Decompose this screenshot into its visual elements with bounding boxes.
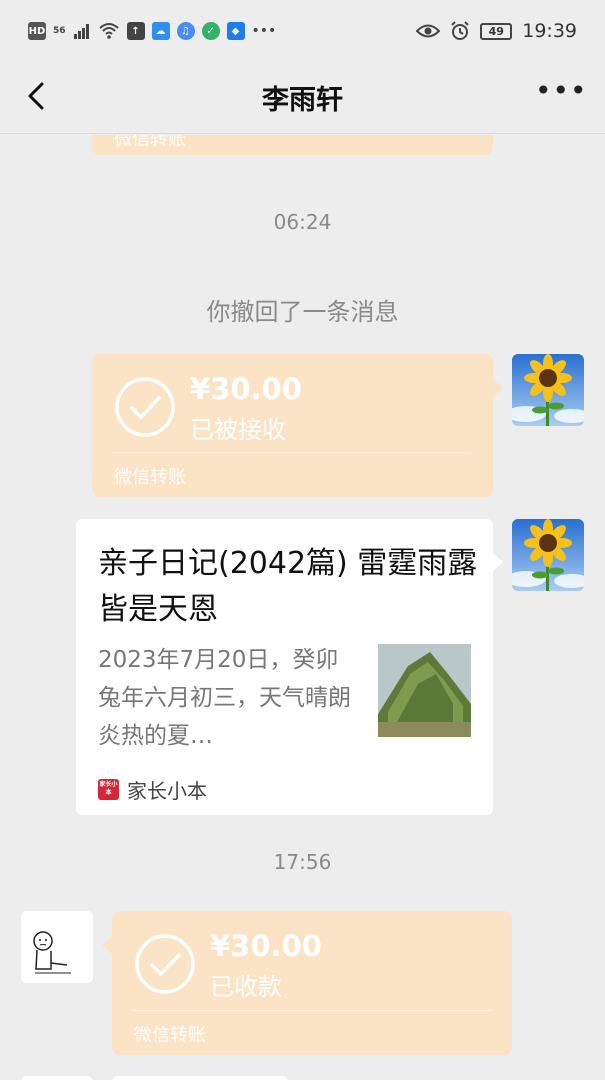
more-notifications-icon: ••• [251, 23, 277, 39]
next-message-partial [21, 1076, 93, 1080]
avatar-self[interactable] [512, 519, 584, 591]
alarm-icon [451, 21, 469, 40]
link-card[interactable]: 亲子日记(2042篇) 雷霆雨露皆是天恩 2023年7月20日，癸卯兔年六月初三… [76, 519, 493, 815]
transfer-bubble-sent[interactable]: ¥30.00 已被接收 微信转账 [92, 354, 493, 497]
source-name: 家长小本 [127, 779, 207, 803]
check-circle-icon [135, 934, 195, 994]
transfer-bubble-received[interactable]: ¥30.00 已收款 微信转账 [112, 911, 512, 1055]
card-thumbnail [378, 644, 471, 737]
sunflower-avatar-image [512, 354, 584, 426]
status-bar: HD 56 ↑ ☁ ♫ ✓ ◆ ••• 49 19:39 [0, 0, 605, 62]
cloud-icon: ☁ [151, 22, 170, 40]
transfer-amount: ¥30.00 [210, 929, 322, 963]
battery-indicator: 49 [480, 22, 513, 40]
back-arrow-icon[interactable] [20, 76, 60, 116]
transfer-status: 已收款 [210, 973, 282, 1001]
signal-icon [73, 24, 89, 39]
sunflower-avatar-image [512, 519, 584, 591]
music-icon: ♫ [176, 22, 195, 40]
shield-icon: ✓ [201, 22, 220, 40]
chat-title: 李雨轩 [262, 85, 343, 116]
transfer-footer: 微信转账 [114, 467, 186, 488]
card-title: 亲子日记(2042篇) 雷霆雨露皆是天恩 [98, 546, 478, 627]
more-options-icon[interactable]: ••• [535, 77, 587, 110]
transfer-status: 已被接收 [190, 416, 286, 444]
wifi-icon [98, 23, 119, 39]
status-left: HD 56 ↑ ☁ ♫ ✓ ◆ ••• [28, 22, 276, 40]
timestamp: 17:56 [273, 850, 332, 874]
divider [132, 1010, 492, 1011]
transfer-footer: 微信转账 [114, 135, 186, 150]
card-source: 家长小本 家长小本 [98, 775, 207, 804]
eye-icon [416, 24, 441, 38]
card-description: 2023年7月20日，癸卯兔年六月初三，天气晴朗炎热的夏… [98, 647, 351, 749]
avatar-contact[interactable] [21, 911, 93, 983]
divider [112, 452, 473, 453]
next-message-partial [112, 1076, 288, 1080]
cartoon-avatar-image [21, 911, 93, 983]
app-notification-icon: ◆ [226, 22, 245, 40]
status-right: 49 19:39 [416, 20, 577, 42]
transfer-amount: ¥30.00 [190, 372, 302, 406]
network-type: 56 [53, 25, 66, 36]
bubble-tail [102, 936, 112, 954]
clock: 19:39 [522, 20, 577, 42]
transfer-footer: 微信转账 [134, 1025, 206, 1046]
upload-icon: ↑ [126, 22, 145, 40]
check-circle-icon [115, 377, 175, 437]
avatar-self[interactable] [512, 354, 584, 426]
message-list[interactable]: 微信转账 06:24 你撤回了一条消息 ¥30.00 已被接收 微信转账 亲子日… [0, 135, 605, 1080]
transfer-bubble-partial[interactable]: 微信转账 [92, 135, 493, 155]
bubble-tail [493, 379, 503, 397]
timestamp: 06:24 [273, 210, 332, 234]
source-logo-icon: 家长小本 [98, 779, 119, 800]
recalled-notice: 你撤回了一条消息 [206, 298, 399, 326]
hd-badge: HD [28, 22, 46, 40]
chat-header: 李雨轩 ••• [0, 62, 605, 134]
bubble-tail [493, 553, 503, 571]
